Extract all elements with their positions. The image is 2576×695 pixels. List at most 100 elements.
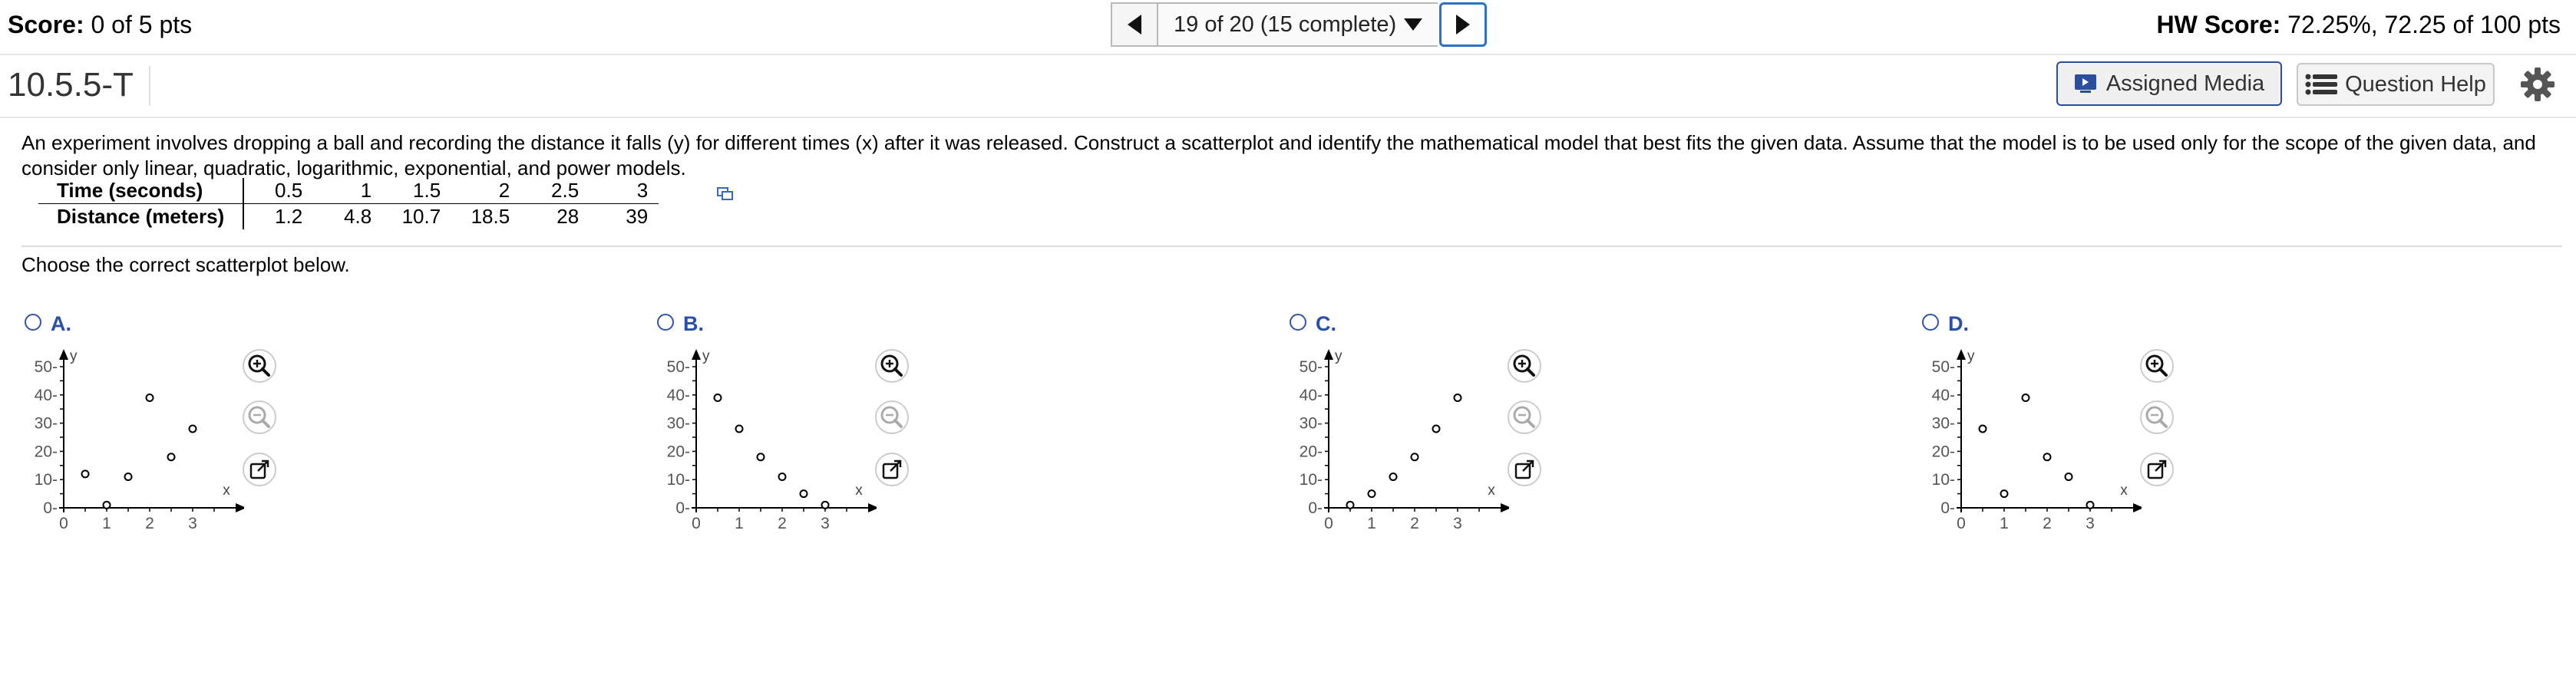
option-label-a[interactable]: A. — [51, 312, 71, 336]
data-point — [1389, 473, 1398, 482]
data-point — [1432, 424, 1441, 433]
y-tick-label: 20- — [667, 443, 690, 460]
data-point — [167, 453, 176, 462]
x-tick-label: 2 — [778, 515, 787, 532]
open-external-icon[interactable] — [874, 451, 910, 488]
assigned-media-button[interactable]: Assigned Media — [2056, 61, 2282, 106]
question-help-button[interactable]: Question Help — [2297, 63, 2495, 106]
x-axis-arrow — [868, 503, 877, 512]
question-navigator: 19 of 20 (15 complete) — [1111, 2, 1488, 47]
x-tick-label: 1 — [735, 515, 744, 532]
option-d[interactable]: D. 0 1 2 3 50- 40- 30- 20- 10- 0- x y — [1919, 311, 2174, 533]
hw-score: HW Score: 72.25%, 72.25 of 100 pts — [2156, 11, 2561, 39]
x-axis-arrow — [236, 503, 244, 512]
data-point — [756, 453, 765, 462]
y-tick-label: 0- — [43, 499, 58, 517]
dropdown-arrow-icon — [1404, 18, 1423, 31]
score: Score: 0 of 5 pts — [8, 11, 192, 39]
y-tick-label: 30- — [35, 415, 58, 433]
x-tick-label: 3 — [2086, 515, 2095, 532]
y-tick-label: 0- — [1940, 499, 1955, 517]
x-tick-label: 3 — [1453, 515, 1462, 532]
x-axis-label: x — [2120, 483, 2128, 499]
y-tick-label: 20- — [1932, 443, 1955, 460]
hw-score-value: 72.25%, 72.25 of 100 pts — [2280, 11, 2561, 38]
distance-cell: 1.2 — [275, 205, 303, 228]
radio-button-d[interactable] — [1922, 314, 1939, 331]
time-cell: 1 — [313, 178, 383, 204]
y-tick-label: 10- — [1932, 471, 1955, 489]
option-label-c[interactable]: C. — [1316, 312, 1336, 336]
time-cell: 2 — [451, 178, 521, 204]
next-question-button[interactable] — [1439, 2, 1488, 47]
y-axis-label: y — [702, 349, 710, 364]
data-point — [778, 473, 787, 482]
option-c[interactable]: C. 0 1 2 3 50- 40- 30- 20- 10- 0- x y — [1286, 311, 1541, 533]
copy-table-icon[interactable] — [717, 187, 734, 201]
prompt-text: Choose the correct scatterplot below. — [21, 253, 350, 276]
time-cell: 3 — [590, 178, 659, 204]
radio-button-b[interactable] — [657, 314, 674, 331]
option-a[interactable]: A. 0 1 2 3 50- 40- 30- 20- 10- 0- x y — [21, 311, 276, 533]
x-axis-arrow — [1501, 503, 1509, 512]
x-tick-label: 0 — [1957, 515, 1966, 532]
question-bar: 10.5.5-T Assigned Media Question Help — [0, 55, 2576, 118]
data-point — [2086, 500, 2095, 509]
zoom-out-icon[interactable] — [2138, 399, 2175, 436]
zoom-out-icon[interactable] — [1506, 399, 1543, 436]
y-tick-label: 30- — [1300, 415, 1323, 433]
scatterplot-d: 0 1 2 3 50- 40- 30- 20- 10- 0- x y — [1932, 349, 2142, 532]
radio-button-a[interactable] — [25, 314, 41, 331]
open-external-icon[interactable] — [2138, 451, 2175, 488]
x-axis-arrow — [2133, 503, 2142, 512]
data-point — [821, 500, 830, 509]
open-external-icon[interactable] — [1506, 451, 1543, 488]
row-header-distance: Distance (meters) — [38, 203, 245, 229]
score-label: Score: — [8, 11, 84, 38]
gear-icon[interactable] — [2519, 66, 2556, 103]
data-point — [1367, 489, 1376, 499]
y-tick-label: 50- — [35, 358, 58, 376]
y-axis-label: y — [70, 349, 78, 364]
data-point — [735, 424, 744, 433]
data-point — [1410, 453, 1419, 462]
option-b[interactable]: B. 0 1 2 3 50- 40- 30- 20- 10- 0- x y — [654, 311, 909, 533]
data-point — [713, 393, 722, 402]
y-tick-label: 10- — [667, 471, 690, 489]
x-tick-label: 1 — [1367, 515, 1376, 532]
row-header-time: Time (seconds) — [38, 178, 245, 204]
question-select[interactable]: 19 of 20 (15 complete) — [1158, 2, 1438, 47]
radio-button-c[interactable] — [1290, 314, 1306, 331]
zoom-in-icon[interactable] — [1506, 348, 1543, 384]
previous-question-button[interactable] — [1111, 2, 1158, 47]
x-tick-label: 1 — [2000, 515, 2009, 532]
zoom-in-icon[interactable] — [241, 348, 278, 384]
zoom-out-icon[interactable] — [874, 399, 910, 436]
y-tick-label: 20- — [35, 443, 58, 460]
table-row-distance: Distance (meters) 1.2 4.8 10.7 18.5 28 3… — [38, 203, 659, 229]
distance-cell: 18.5 — [471, 205, 510, 228]
y-tick-label: 40- — [667, 387, 690, 404]
option-label-d[interactable]: D. — [1948, 312, 1969, 336]
y-tick-label: 30- — [1932, 415, 1955, 433]
open-external-icon[interactable] — [241, 451, 278, 488]
y-tick-label: 40- — [1932, 387, 1955, 404]
y-tick-label: 0- — [675, 499, 690, 517]
assigned-media-label: Assigned Media — [2105, 71, 2265, 96]
x-tick-label: 0 — [692, 515, 701, 532]
time-cell: 2.5 — [520, 178, 590, 204]
distance-cell: 39 — [626, 205, 649, 228]
x-tick-label: 2 — [2043, 515, 2052, 532]
right-arrow-icon — [1456, 15, 1471, 35]
zoom-in-icon[interactable] — [874, 348, 910, 384]
x-axis-label: x — [855, 483, 863, 499]
option-label-b[interactable]: B. — [683, 312, 704, 336]
zoom-in-icon[interactable] — [2138, 348, 2175, 384]
table-row-time: Time (seconds) 0.5 1 1.5 2 2.5 3 — [38, 178, 659, 204]
score-value: 0 of 5 pts — [84, 11, 193, 38]
zoom-out-icon[interactable] — [241, 399, 278, 436]
x-axis-label: x — [223, 483, 230, 499]
x-tick-label: 2 — [1410, 515, 1419, 532]
scatterplot-b: 0 1 2 3 50- 40- 30- 20- 10- 0- x y — [667, 349, 877, 532]
data-table: Time (seconds) 0.5 1 1.5 2 2.5 3 Distanc… — [38, 178, 659, 229]
